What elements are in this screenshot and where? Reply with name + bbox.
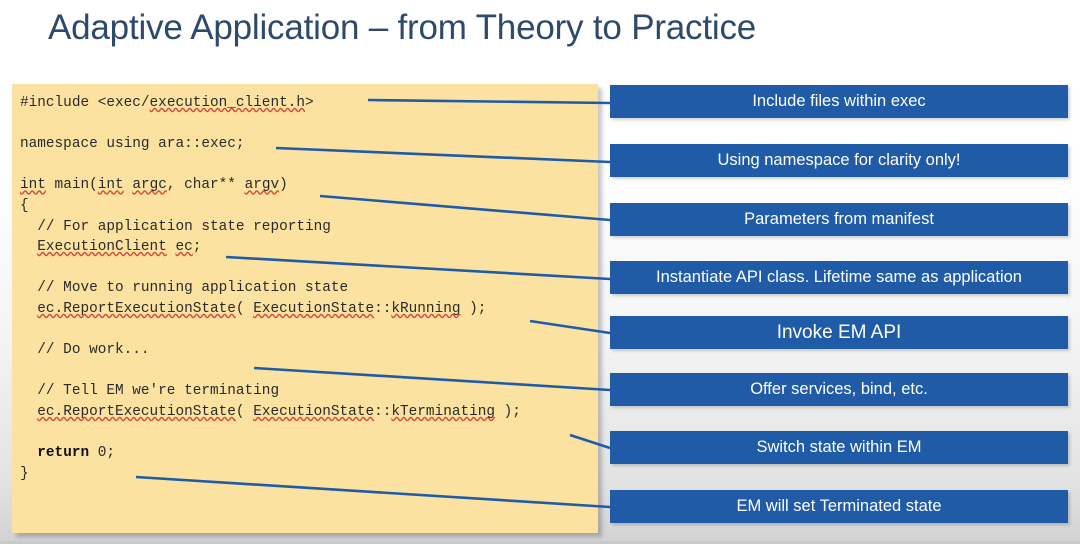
callout-box-5[interactable]: Offer services, bind, etc. <box>610 373 1068 406</box>
callout-label: EM will set Terminated state <box>736 497 942 515</box>
callout-label: Instantiate API class. Lifetime same as … <box>656 268 1022 286</box>
callout-label: Parameters from manifest <box>744 210 934 228</box>
callout-box-6[interactable]: Switch state within EM <box>610 431 1068 464</box>
callout-label: Switch state within EM <box>756 438 922 456</box>
callout-box-7[interactable]: EM will set Terminated state <box>610 490 1068 523</box>
page-title: Adaptive Application – from Theory to Pr… <box>48 8 757 47</box>
callout-box-1[interactable]: Using namespace for clarity only! <box>610 144 1068 177</box>
callout-box-2[interactable]: Parameters from manifest <box>610 203 1068 236</box>
slide-canvas: Adaptive Application – from Theory to Pr… <box>0 0 1080 544</box>
callout-label: Invoke EM API <box>776 321 902 343</box>
code-listing: #include <exec/execution_client.h> names… <box>20 95 521 482</box>
callout-label: Include files within exec <box>752 92 926 110</box>
callout-box-0[interactable]: Include files within exec <box>610 85 1068 118</box>
code-panel: #include <exec/execution_client.h> names… <box>12 84 598 533</box>
callout-label: Using namespace for clarity only! <box>717 151 961 169</box>
callout-label: Offer services, bind, etc. <box>750 380 928 398</box>
callout-box-4[interactable]: Invoke EM API <box>610 316 1068 349</box>
callout-box-3[interactable]: Instantiate API class. Lifetime same as … <box>610 261 1068 294</box>
